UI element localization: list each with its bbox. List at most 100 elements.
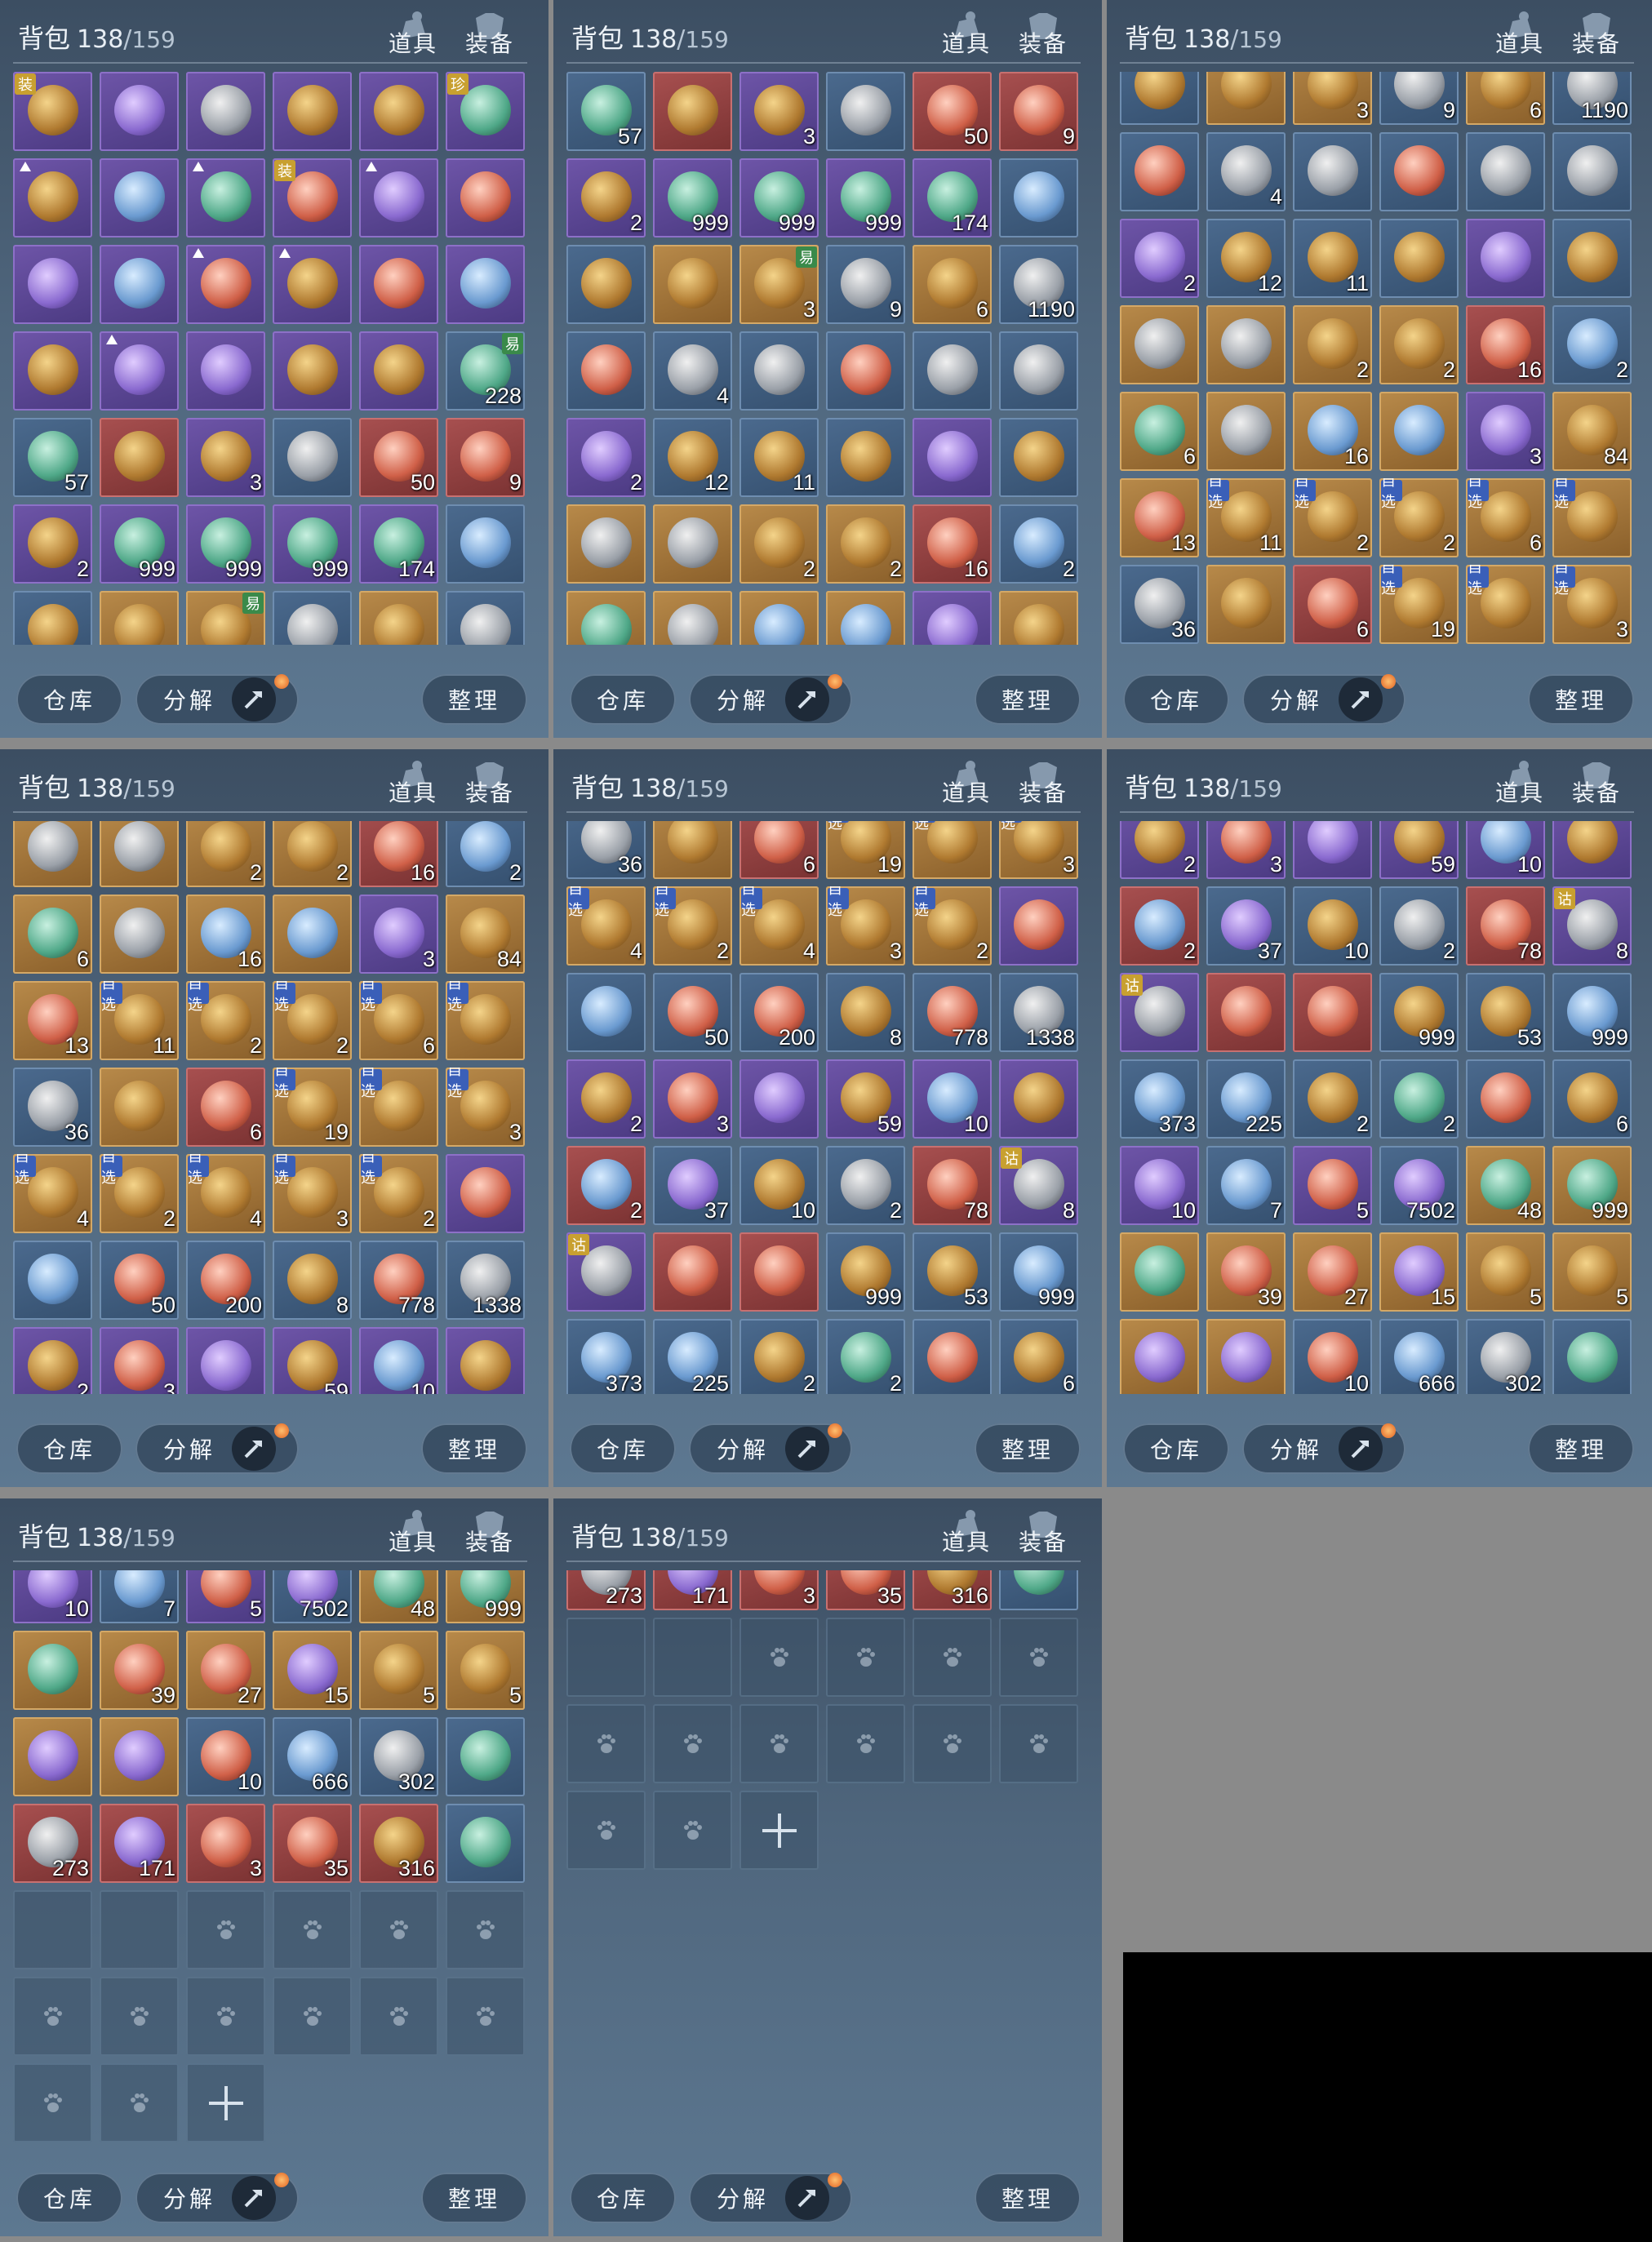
inventory-slot[interactable]: 2 (566, 418, 646, 497)
inventory-slot[interactable]: 2 (1120, 219, 1199, 299)
inventory-slot[interactable]: 16 (359, 821, 438, 888)
inventory-slot[interactable]: 自选 2 (186, 981, 265, 1061)
inventory-slot[interactable]: 13 (13, 981, 92, 1061)
inventory-slot[interactable]: 174 (913, 158, 992, 238)
inventory-slot[interactable]: 373 (1120, 1059, 1199, 1139)
dismantle-toggle[interactable] (232, 2176, 276, 2220)
inventory-slot[interactable] (1206, 72, 1286, 126)
inventory-slot[interactable]: 78 (913, 1145, 992, 1225)
inventory-slot[interactable]: 自选 4 (739, 886, 819, 966)
inventory-slot[interactable]: 10 (13, 1570, 92, 1624)
inventory-slot[interactable] (1206, 392, 1286, 472)
sort-button[interactable]: 整理 (421, 2173, 527, 2223)
inventory-slot[interactable]: 10 (1120, 1145, 1199, 1225)
inventory-slot[interactable] (100, 821, 179, 888)
inventory-slot[interactable] (13, 158, 92, 238)
inventory-slot[interactable]: 6 (186, 1068, 265, 1148)
inventory-slot[interactable]: 自选 6 (1466, 478, 1545, 558)
sort-button[interactable]: 整理 (421, 674, 527, 725)
inventory-slot[interactable] (100, 331, 179, 411)
inventory-slot[interactable] (1379, 132, 1459, 212)
inventory-slot[interactable] (999, 158, 1078, 238)
inventory-slot[interactable] (999, 331, 1078, 411)
inventory-slot[interactable] (359, 331, 438, 411)
inventory-slot[interactable]: 2 (1379, 1059, 1459, 1139)
warehouse-button[interactable]: 仓库 (570, 2173, 676, 2223)
inventory-slot[interactable] (13, 1717, 92, 1797)
inventory-slot[interactable]: 自选 3 (446, 1068, 525, 1148)
inventory-slot[interactable]: 35 (826, 1570, 905, 1611)
inventory-slot[interactable] (1552, 132, 1632, 212)
inventory-slot[interactable] (913, 1318, 992, 1394)
inventory-slot[interactable]: 36 (1120, 565, 1199, 645)
inventory-slot[interactable] (653, 504, 732, 584)
inventory-slot[interactable] (273, 895, 352, 974)
inventory-slot[interactable]: 778 (359, 1241, 438, 1321)
inventory-slot[interactable]: 2 (826, 504, 905, 584)
empty-slot[interactable] (653, 1704, 732, 1784)
inventory-slot[interactable]: 6 (913, 245, 992, 324)
inventory-slot[interactable]: 10 (1466, 821, 1545, 879)
inventory-slot[interactable] (653, 1232, 732, 1312)
inventory-slot[interactable]: 9 (273, 591, 352, 645)
inventory-slot[interactable]: 10 (186, 1717, 265, 1797)
inventory-slot[interactable]: 39 (100, 1631, 179, 1711)
inventory-slot[interactable] (1552, 219, 1632, 299)
inventory-slot[interactable]: 1338 (446, 1241, 525, 1321)
inventory-slot[interactable] (1293, 972, 1372, 1052)
inventory-slot[interactable]: 11 (739, 418, 819, 497)
sort-button[interactable]: 整理 (975, 1423, 1081, 1474)
inventory-slot[interactable]: 2 (1293, 305, 1372, 385)
inventory-slot[interactable]: 273 (13, 1804, 92, 1884)
add-slot-button[interactable] (186, 2063, 265, 2143)
inventory-slot[interactable]: 8 (826, 972, 905, 1052)
tab-equip[interactable]: 装备 (457, 756, 522, 813)
inventory-slot[interactable]: 4 (1206, 132, 1286, 212)
inventory-slot[interactable]: 2 (446, 821, 525, 888)
inventory-slot[interactable]: 3 (739, 1570, 819, 1611)
sort-button[interactable]: 整理 (975, 674, 1081, 725)
tab-items[interactable]: 道具 (380, 1505, 446, 1562)
inventory-slot[interactable] (186, 1327, 265, 1394)
dismantle-toggle[interactable] (232, 1427, 276, 1471)
inventory-slot[interactable]: 5 (359, 1631, 438, 1711)
inventory-slot[interactable]: 2 (739, 1318, 819, 1394)
inventory-slot[interactable]: 6 (1120, 392, 1199, 472)
inventory-slot[interactable]: 59 (1379, 821, 1459, 879)
inventory-slot[interactable]: 自选 4 (186, 1154, 265, 1234)
inventory-slot[interactable] (446, 1154, 525, 1234)
inventory-slot[interactable] (1379, 392, 1459, 472)
inventory-slot[interactable]: 易3 (739, 245, 819, 324)
inventory-slot[interactable]: 8 (273, 1241, 352, 1321)
dismantle-button[interactable]: 分解 (135, 2173, 299, 2223)
inventory-slot[interactable]: 9 (446, 418, 525, 497)
inventory-slot[interactable]: 27 (186, 1631, 265, 1711)
inventory-slot[interactable] (13, 245, 92, 324)
inventory-slot[interactable]: 2 (826, 1318, 905, 1394)
inventory-slot[interactable] (653, 821, 732, 879)
inventory-slot[interactable] (913, 418, 992, 497)
tab-equip[interactable]: 装备 (1010, 756, 1076, 813)
inventory-slot[interactable]: 2 (1379, 305, 1459, 385)
inventory-slot[interactable] (1466, 132, 1545, 212)
inventory-slot[interactable]: 5 (446, 1631, 525, 1711)
inventory-slot[interactable]: 诂 (566, 1232, 646, 1312)
inventory-slot[interactable]: 11 (1293, 219, 1372, 299)
inventory-slot[interactable]: 2 (1120, 821, 1199, 879)
inventory-slot[interactable]: 易 228 (446, 331, 525, 411)
empty-slot[interactable] (359, 1890, 438, 1970)
empty-slot[interactable] (566, 1618, 646, 1698)
inventory-slot[interactable]: 3 (186, 418, 265, 497)
inventory-slot[interactable]: 316 (359, 1804, 438, 1884)
item-grid-viewport[interactable]: 装珍装易2285735092999999999174易3961190421211… (566, 72, 1082, 645)
inventory-slot[interactable]: 84 (1552, 392, 1632, 472)
inventory-slot[interactable]: 3 (1466, 392, 1545, 472)
inventory-slot[interactable] (1206, 972, 1286, 1052)
dismantle-toggle[interactable] (785, 2176, 829, 2220)
inventory-slot[interactable]: 5 (1293, 1145, 1372, 1225)
inventory-slot[interactable]: 6 (1293, 565, 1372, 645)
inventory-slot[interactable]: 6 (566, 591, 646, 645)
inventory-slot[interactable]: 16 (1293, 392, 1372, 472)
empty-slot[interactable] (653, 1618, 732, 1698)
dismantle-button[interactable]: 分解 (1242, 1423, 1406, 1474)
